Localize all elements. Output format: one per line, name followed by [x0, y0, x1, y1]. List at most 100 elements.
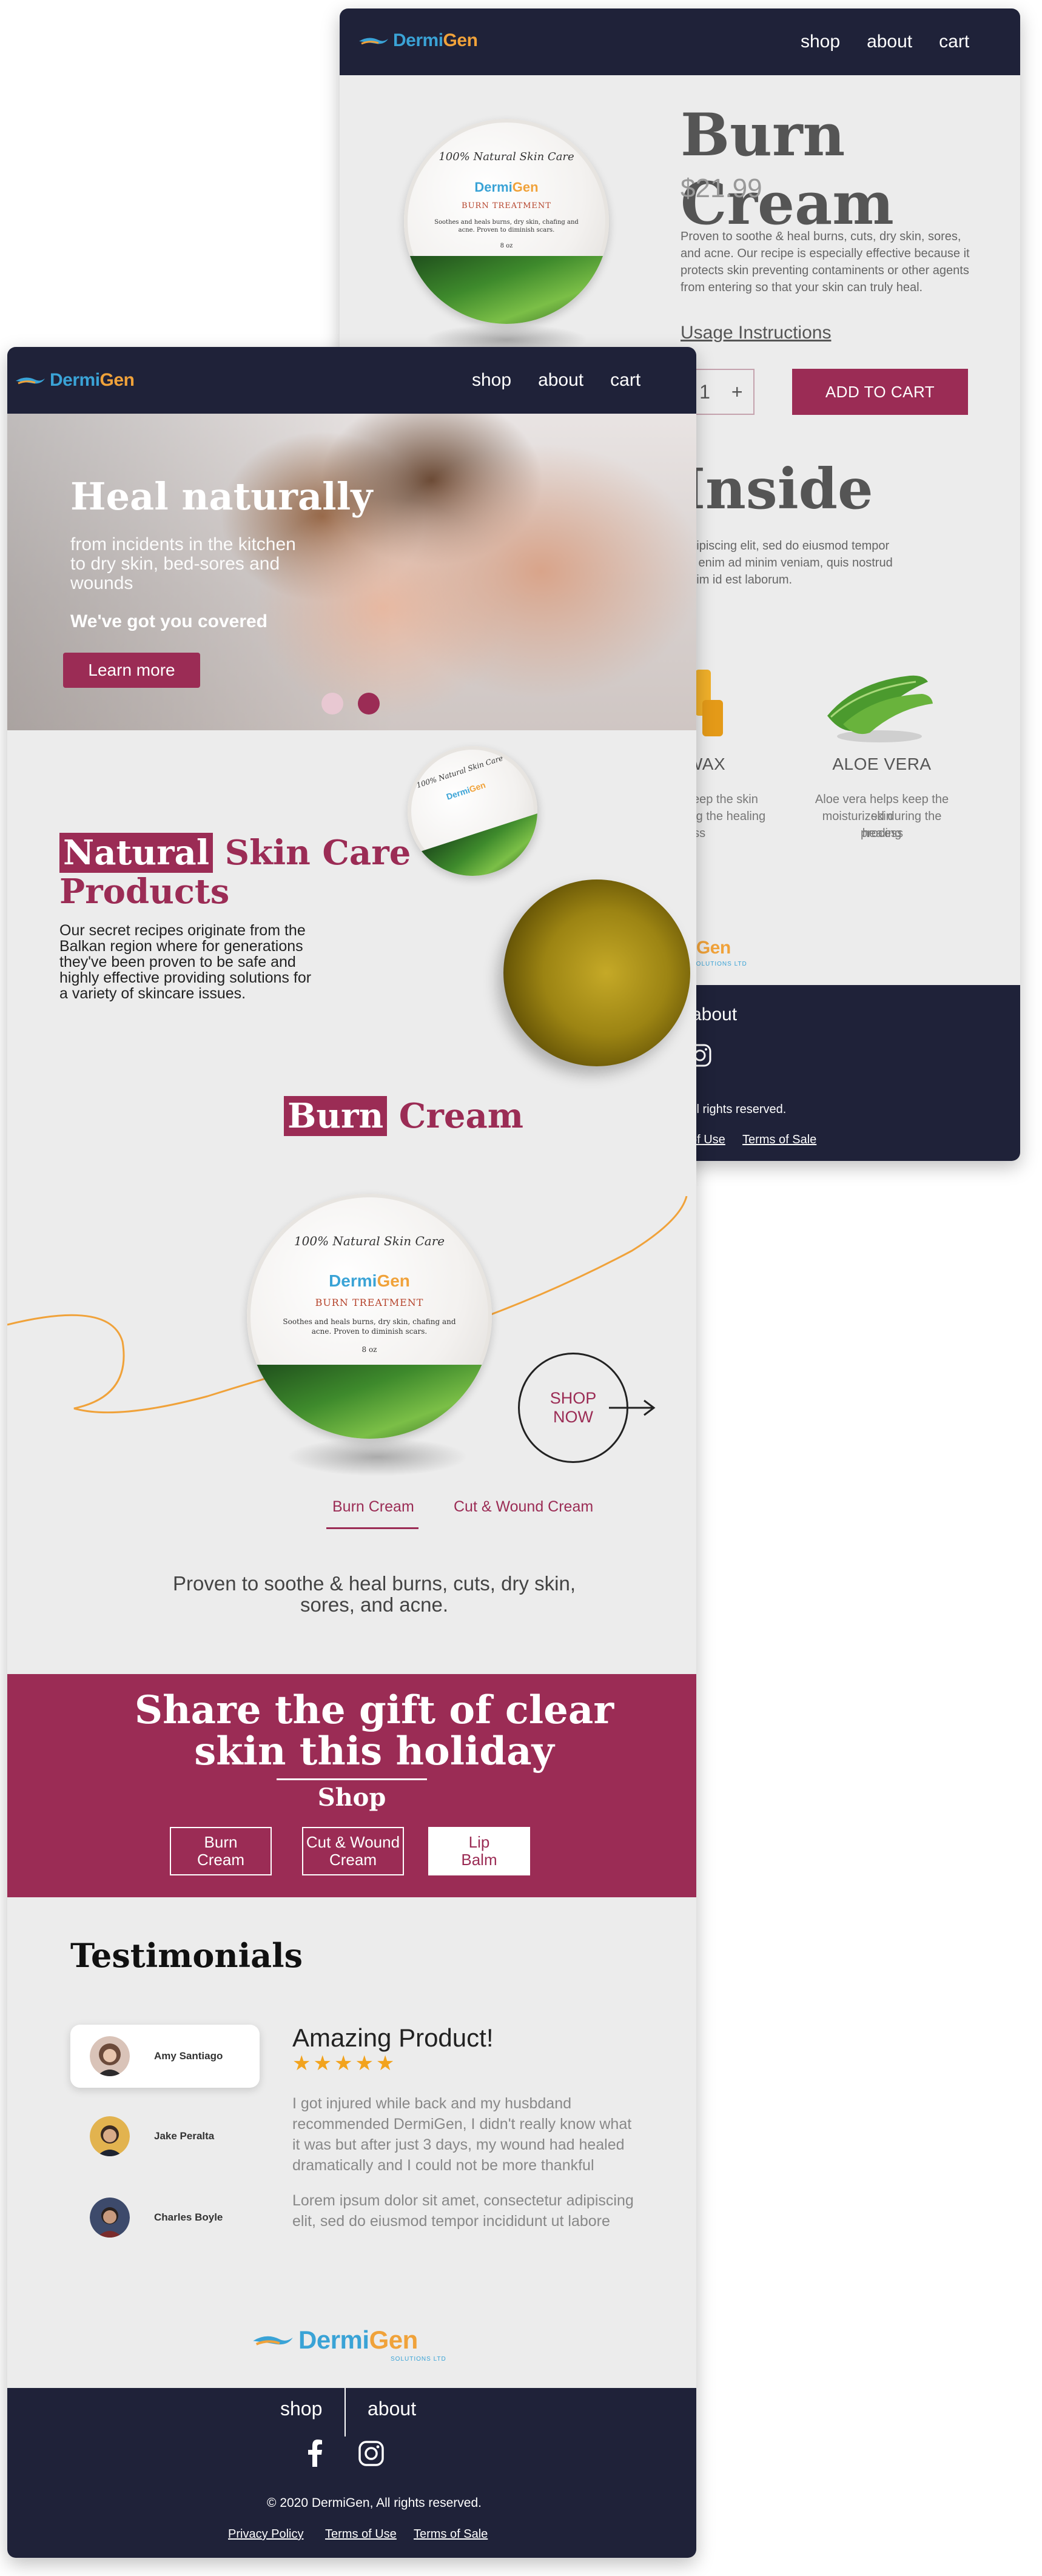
hero-tagline: We've got you covered: [70, 611, 268, 631]
logo-wordmark: DermiGen: [393, 30, 478, 50]
brand-logo[interactable]: DermiGen: [15, 370, 135, 391]
jar-size: 8 oz: [500, 243, 513, 249]
footer-logo-wordmark: DermiGen: [298, 2325, 418, 2354]
person-name: Charles Boyle: [154, 2211, 223, 2223]
testimonials-title: Testimonials: [70, 1936, 303, 1975]
carousel-dot-2[interactable]: [358, 693, 380, 715]
review-text-line3: it was but after just 3 days, my wound h…: [292, 2136, 625, 2153]
jar-treatment: BURN TREATMENT: [462, 201, 551, 210]
product-nav-bar: DermiGen shop about cart: [340, 8, 1020, 75]
ingredient-wax-desc-1: keep the skin: [687, 793, 758, 806]
hero-title: Heal naturally: [70, 474, 373, 519]
logo-fragment-b: Gen: [696, 938, 731, 958]
nav-shop-link[interactable]: shop: [801, 32, 840, 52]
jar-arc-text: 100% Natural Skin Care: [439, 150, 574, 163]
product-price: $21.99: [681, 173, 762, 203]
gift-lip-balm-button[interactable]: Lip Balm: [428, 1827, 530, 1875]
testimonial-person-amy[interactable]: Amy Santiago: [70, 2025, 260, 2088]
arrow-right-icon[interactable]: [608, 1399, 656, 1417]
featured-jar-size: 8 oz: [361, 1345, 377, 1354]
featured-jar-shadow: [286, 1438, 468, 1476]
product-footer-terms-sale[interactable]: Terms of Sale: [742, 1133, 816, 1147]
footer-shop-link[interactable]: shop: [280, 2398, 322, 2420]
natural-body-line4: highly effective providing solutions for: [59, 969, 312, 986]
lorem-text-line2: elit, sed do eiusmod tempor incididunt u…: [292, 2213, 610, 2230]
testimonial-person-charles[interactable]: Charles Boyle: [70, 2186, 260, 2249]
facebook-icon[interactable]: [307, 2439, 323, 2467]
featured-jar-treatment: BURN TREATMENT: [315, 1297, 424, 1308]
nav-cart-link[interactable]: cart: [610, 370, 640, 391]
review-star-rating: ★★★★★: [292, 2052, 397, 2075]
avatar: [90, 2198, 130, 2238]
product-description: Proven to soothe & heal burns, cuts, dry…: [681, 230, 970, 294]
review-title: Amazing Product!: [292, 2023, 494, 2052]
natural-body-line1: Our secret recipes originate from the: [59, 922, 306, 939]
footer-logo-tagline: SOLUTIONS LTD: [391, 2356, 446, 2362]
footer-brand-logo[interactable]: DermiGen: [251, 2325, 418, 2355]
home-page-card: DermiGen shop about cart Heal naturally …: [7, 347, 696, 2558]
review-text-line2: recommended DermiGen, I didn't really kn…: [292, 2116, 632, 2133]
gift-divider: [277, 1778, 427, 1780]
featured-jar-image: 100% Natural Skin Care DermiGen BURN TRE…: [247, 1194, 492, 1439]
footer-privacy-link[interactable]: Privacy Policy: [228, 2527, 303, 2541]
nav-about-link[interactable]: about: [867, 32, 912, 52]
gift-shop-label: Shop: [317, 1783, 386, 1812]
inside-description-line2: Ut enim ad minim veniam, quis nostrud: [683, 556, 893, 570]
gift-title-line1: Share the gift of clear: [134, 1687, 614, 1733]
nav-shop-link[interactable]: shop: [472, 370, 511, 391]
ingredient-wax-desc-2: ing the healing: [687, 810, 766, 823]
product-footer-rights: ll rights reserved.: [694, 1103, 787, 1116]
tab-cut-wound-cream[interactable]: Cut & Wound Cream: [454, 1498, 593, 1516]
home-footer: shop about © 2020 DermiGen, All rights r…: [7, 2388, 696, 2558]
lorem-text-line1: Lorem ipsum dolor sit amet, consectetur …: [292, 2192, 634, 2209]
home-nav-bar: DermiGen shop about cart: [7, 347, 696, 414]
featured-jar-leaves: [247, 1365, 492, 1439]
gift-title-line2: skin this holiday: [194, 1729, 554, 1774]
usage-instructions-link[interactable]: Usage Instructions: [681, 323, 831, 343]
product-logo-sub: SOLUTIONS LTD: [691, 961, 747, 967]
qty-increment-button[interactable]: +: [731, 381, 743, 403]
footer-nav-divider: [345, 2388, 346, 2436]
natural-section-title: Natural Skin Care Products: [59, 833, 411, 912]
jar-brand: DermiGen: [474, 180, 539, 195]
holiday-gift-section: Share the gift of clear skin this holida…: [7, 1674, 696, 1897]
featured-jar-arc: 100% Natural Skin Care: [294, 1234, 445, 1248]
natural-body-line3: they've been proven to be safe and: [59, 953, 296, 970]
logo-swoosh-icon: [359, 38, 388, 45]
footer-copyright: © 2020 DermiGen, All rights reserved.: [267, 2496, 482, 2510]
ingredient-wax-desc-3: ess: [687, 825, 808, 842]
proven-text-line1: Proven to soothe & heal burns, cuts, dry…: [172, 1572, 576, 1595]
hero-banner: Heal naturally from incidents in the kit…: [7, 414, 696, 730]
active-tab-underline: [326, 1527, 418, 1529]
ingredient-aloe-name: ALOE VERA: [832, 755, 932, 773]
tab-burn-cream[interactable]: Burn Cream: [332, 1498, 414, 1516]
inside-title: Inside: [679, 456, 873, 522]
footer-terms-use-link[interactable]: Terms of Use: [325, 2527, 397, 2541]
product-footer-about-link[interactable]: about: [691, 1004, 737, 1025]
natural-body-line2: Balkan region where for generations: [59, 938, 303, 955]
nav-cart-link[interactable]: cart: [939, 32, 969, 52]
avatar: [90, 2036, 130, 2076]
testimonial-person-jake[interactable]: Jake Peralta: [70, 2105, 260, 2168]
hero-subtitle-line1: from incidents in the kitchen: [70, 534, 296, 554]
logo-wordmark: DermiGen: [50, 370, 135, 390]
gift-cut-wound-cream-button[interactable]: Cut & Wound Cream: [302, 1827, 404, 1875]
brand-logo[interactable]: DermiGen: [358, 30, 478, 51]
jar-description: Soothes and heals burns, dry skin, chafi…: [434, 219, 579, 234]
footer-about-link[interactable]: about: [368, 2398, 416, 2420]
hero-subtitle-line2: to dry skin, bed-sores and: [70, 554, 280, 574]
person-name: Jake Peralta: [154, 2130, 215, 2142]
ingredient-aloe-desc-3: process: [860, 827, 904, 840]
product-footer-logo: iGen: [691, 938, 731, 958]
learn-more-button[interactable]: Learn more: [63, 653, 200, 688]
featured-product-title: Burn Cream: [284, 1096, 523, 1136]
inside-description-line3: anim id est laborum.: [683, 573, 793, 587]
instagram-icon[interactable]: [358, 2440, 385, 2467]
gift-burn-cream-button[interactable]: Burn Cream: [170, 1827, 272, 1875]
home-nav-links: shop about cart: [472, 347, 640, 414]
carousel-dot-1[interactable]: [321, 693, 343, 715]
add-to-cart-button[interactable]: ADD TO CART: [792, 369, 968, 415]
review-text-line1: I got injured while back and my husbdand: [292, 2095, 572, 2112]
nav-about-link[interactable]: about: [538, 370, 583, 391]
footer-terms-sale-link[interactable]: Terms of Sale: [414, 2527, 488, 2541]
